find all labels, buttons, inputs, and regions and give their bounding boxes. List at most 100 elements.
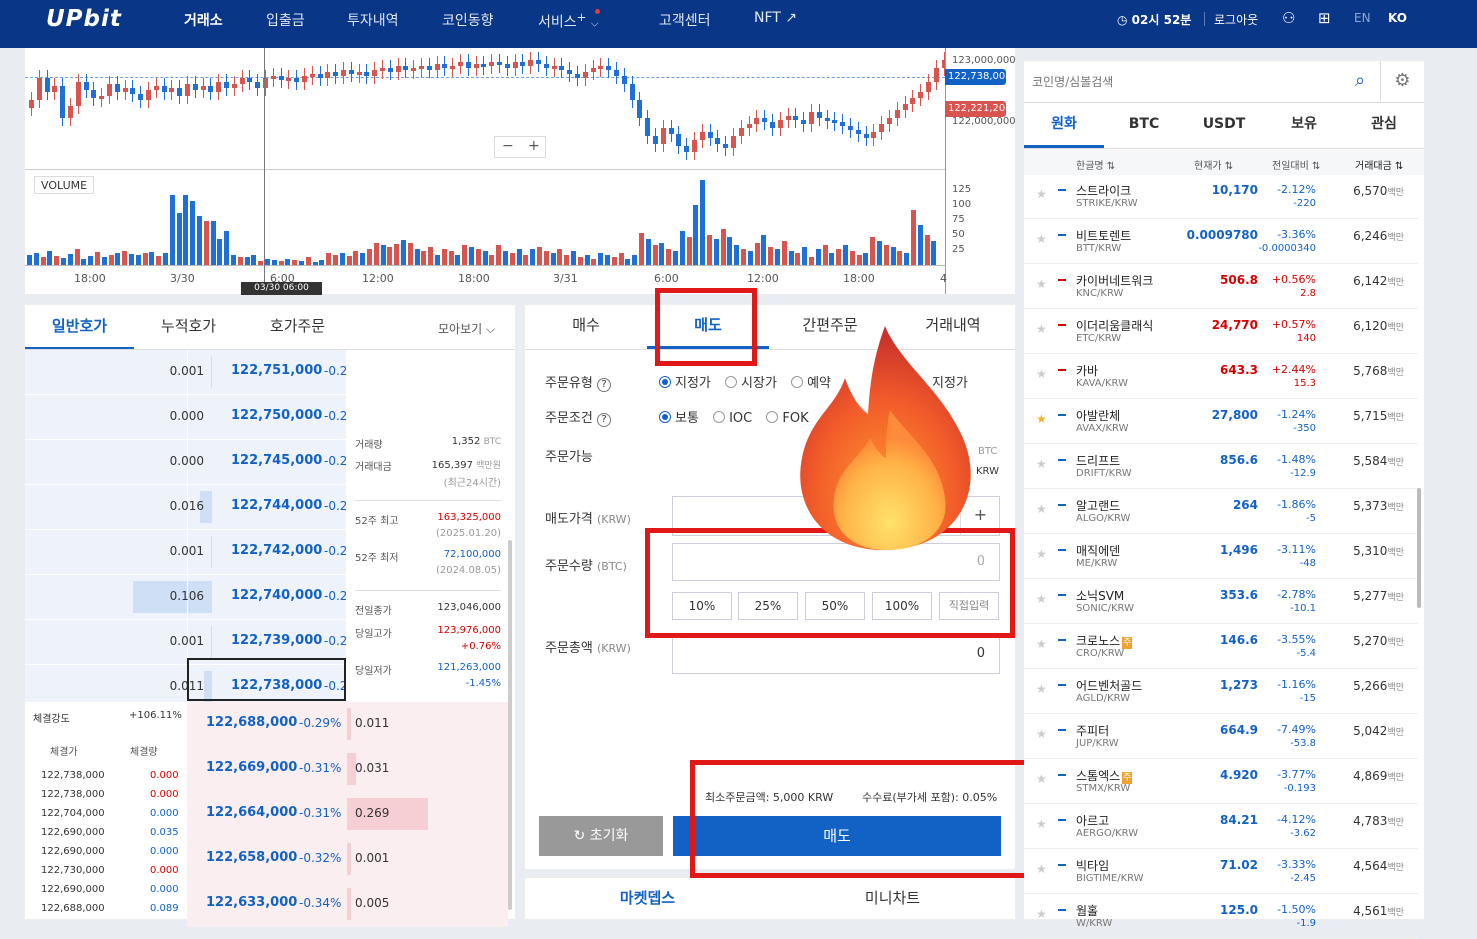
coin-row[interactable]: ★ 매직에덴 ME/KRW 1,496 -3.11% -48 5,310백만 (1024, 534, 1418, 579)
candle (684, 146, 690, 152)
coin-row[interactable]: ★ 카바 KAVA/KRW 643.3 +2.44% 15.3 5,768백만 (1024, 354, 1418, 399)
ask-qty: 0.000 (169, 409, 204, 423)
star-icon[interactable]: ★ (1036, 367, 1047, 381)
tab-orderbook-order[interactable]: 호가주문 (243, 305, 352, 350)
search-box[interactable] (1024, 61, 1340, 103)
nav-investments[interactable]: 투자내역 (347, 10, 399, 30)
star-icon[interactable]: ★ (1036, 412, 1047, 426)
candle (575, 74, 580, 78)
tab-buy[interactable]: 매수 (525, 305, 647, 347)
coin-row[interactable]: ★ 웜홀 W/KRW 125.0 -1.50% -1.9 4,561백만 (1024, 894, 1418, 939)
star-icon[interactable]: ★ (1036, 547, 1047, 561)
tab-market-depth[interactable]: 마켓뎁스 (525, 878, 770, 919)
tab-mini-chart[interactable]: 미니차트 (770, 878, 1015, 919)
nav-support[interactable]: 고객센터 (659, 10, 711, 30)
sort-change[interactable]: 전일대비 ⇅ (1272, 157, 1320, 172)
radio-limit[interactable]: 지정가 (659, 376, 711, 391)
ask-row[interactable]: 0.016122,744,000-0.25% (25, 485, 371, 530)
star-icon[interactable]: ★ (1036, 457, 1047, 471)
candle (395, 66, 401, 72)
coin-list-scrollbar[interactable] (1417, 488, 1421, 608)
star-icon[interactable]: ★ (1036, 322, 1047, 336)
zoom-out-button[interactable]: − (502, 138, 514, 154)
radio-market[interactable]: 시장가 (725, 376, 777, 391)
ask-row[interactable]: 0.001122,742,000-0.25% (25, 530, 371, 575)
help-icon[interactable]: ? (596, 413, 611, 427)
star-icon[interactable]: ★ (1036, 772, 1047, 786)
search-input[interactable] (1032, 69, 1322, 95)
tab-cumulative-orderbook[interactable]: 누적호가 (134, 305, 243, 350)
tab-favorites[interactable]: 관심 (1344, 103, 1424, 148)
star-icon[interactable]: ★ (1036, 817, 1047, 831)
gear-icon[interactable]: ⚙ (1380, 61, 1424, 103)
candle (114, 84, 120, 92)
help-icon[interactable]: ? (596, 378, 611, 392)
coin-row[interactable]: ★ 소닉SVM SONIC/KRW 353.6 -2.78% -10.1 5,277백만 (1024, 579, 1418, 624)
sort-name[interactable]: 한글명 ⇅ (1076, 157, 1115, 172)
zoom-in-button[interactable]: + (528, 138, 540, 154)
coin-row[interactable]: ★ 이더리움클래식 ETC/KRW 24,770 +0.57% 140 6,120백만 (1024, 309, 1418, 354)
orderbook-scrollbar[interactable] (508, 540, 512, 910)
star-icon[interactable]: ★ (1036, 187, 1047, 201)
sort-volume[interactable]: 거래대금 ⇅ (1355, 157, 1403, 172)
total-input[interactable]: 0 (672, 634, 1000, 674)
coin-row[interactable]: ★ 아발란체 AVAX/KRW 27,800 -1.24% -350 5,715백만 (1024, 399, 1418, 444)
group-select[interactable]: 모아보기 ⌵ (438, 320, 495, 337)
star-icon[interactable]: ★ (1036, 277, 1047, 291)
star-icon[interactable]: ★ (1036, 682, 1047, 696)
search-icon[interactable]: ⌕ (1340, 61, 1380, 103)
lang-ko[interactable]: KO (1388, 11, 1407, 25)
price-chart[interactable] (25, 48, 945, 170)
radio-normal[interactable]: 보통 (659, 411, 699, 426)
trade-price: 122,730,000 (41, 865, 105, 876)
tab-holdings[interactable]: 보유 (1264, 103, 1344, 148)
ask-price: 122,739,000 (231, 633, 323, 648)
coin-row[interactable]: ★ 어드벤처골드 AGLD/KRW 1,273 -1.16% -15 5,266백만 (1024, 669, 1418, 714)
coin-row[interactable]: ★ 주피터 JUP/KRW 664.9 -7.49% -53.8 5,042백만 (1024, 714, 1418, 759)
candle (933, 68, 939, 82)
sell-price-label: 매도가격 (KRW) (545, 508, 631, 527)
ask-row[interactable]: 0.106122,740,000-0.25% (25, 575, 371, 620)
coin-row[interactable]: ★ 스트라이크 STRIKE/KRW 10,170 -2.12% -220 6,570백만 (1024, 174, 1418, 219)
tab-krw[interactable]: 원화 (1024, 103, 1104, 148)
sort-price[interactable]: 현재가 ⇅ (1194, 157, 1233, 172)
coin-row[interactable]: ★ 스톰엑스 주 STMX/KRW 4.920 -3.77% -0.193 4,869백만 (1024, 759, 1418, 804)
star-icon[interactable]: ★ (1036, 862, 1047, 876)
reset-button[interactable]: ↻ 초기화 (539, 816, 663, 856)
tab-usdt[interactable]: USDT (1184, 103, 1264, 148)
session-timer[interactable]: ◷ 02시 52분 (1117, 11, 1191, 28)
coin-row[interactable]: ★ 아르고 AERGO/KRW 84.21 -4.12% -3.62 4,783백만 (1024, 804, 1418, 849)
radio-ioc[interactable]: IOC (713, 411, 752, 426)
ask-row[interactable]: 0.001122,751,000-0.24% (25, 350, 371, 395)
tab-btc[interactable]: BTC (1104, 103, 1184, 148)
star-icon[interactable]: ★ (1036, 232, 1047, 246)
star-icon[interactable]: ★ (1036, 592, 1047, 606)
coin-row[interactable]: ★ 알고랜드 ALGO/KRW 264 -1.86% -5 5,373백만 (1024, 489, 1418, 534)
nav-nft[interactable]: NFT ↗ (754, 10, 797, 26)
volume-chart[interactable] (25, 176, 945, 266)
coin-row[interactable]: ★ 드리프트 DRIFT/KRW 856.6 -1.48% -12.9 5,584백만 (1024, 444, 1418, 489)
star-icon[interactable]: ★ (1036, 637, 1047, 651)
user-icon[interactable]: ⚇ (1282, 9, 1295, 27)
grid-icon[interactable]: ⊞ (1318, 9, 1331, 27)
tab-general-orderbook[interactable]: 일반호가 (25, 305, 134, 350)
coin-row[interactable]: ★ 빅타임 BIGTIME/KRW 71.02 -3.33% -2.45 4,564백만 (1024, 849, 1418, 894)
bid-qty: 0.269 (355, 806, 390, 820)
coin-row[interactable]: ★ 카이버네트워크 KNC/KRW 506.8 +0.56% 2.8 6,142백만 (1024, 264, 1418, 309)
coin-row[interactable]: ★ 크로노스 주 CRO/KRW 146.6 -3.55% -5.4 5,270백만 (1024, 624, 1418, 669)
upbit-logo[interactable]: UPbit (46, 6, 122, 32)
star-icon[interactable]: ★ (1036, 502, 1047, 516)
nav-exchange[interactable]: 거래소 (184, 10, 223, 30)
nav-deposit-withdraw[interactable]: 입출금 (266, 10, 305, 30)
lang-en[interactable]: EN (1354, 11, 1371, 25)
candle (333, 72, 339, 76)
nav-services[interactable]: 서비스+ ⌵ (538, 10, 598, 32)
ask-row[interactable]: 0.000122,750,000-0.24% (25, 395, 371, 440)
coin-name: 이더리움클래식 (1076, 317, 1153, 334)
nav-coin-trends[interactable]: 코인동향 (442, 10, 494, 30)
coin-row[interactable]: ★ 비트토렌트 BTT/KRW 0.0009780 -3.36% -0.0000340 6,… (1024, 219, 1418, 264)
star-icon[interactable]: ★ (1036, 727, 1047, 741)
logout-link[interactable]: 로그아웃 (1214, 11, 1258, 28)
coin-price: 125.0 (1220, 903, 1258, 917)
ask-row[interactable]: 0.000122,745,000-0.24% (25, 440, 371, 485)
